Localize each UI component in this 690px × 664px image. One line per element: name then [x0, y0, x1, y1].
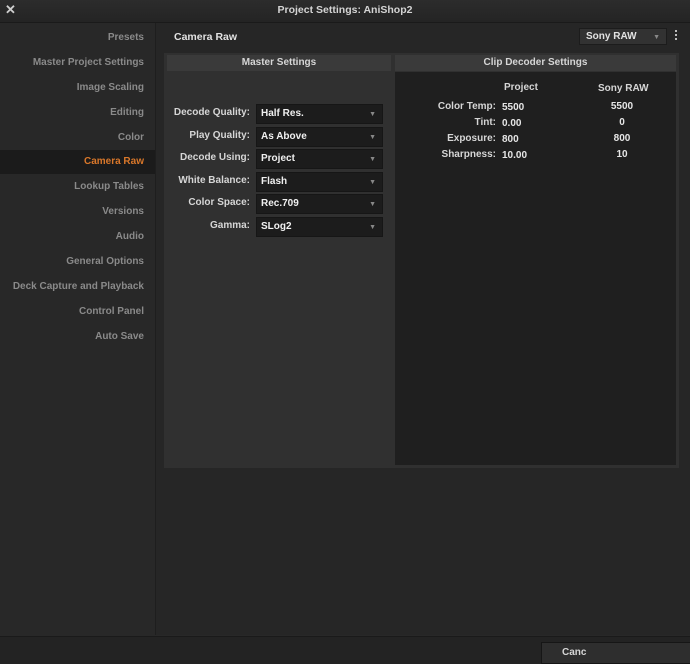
chevron-down-icon: ▼: [369, 111, 376, 118]
chevron-down-icon: ▼: [369, 179, 376, 186]
chevron-down-icon: ▼: [653, 34, 660, 41]
sidebar-item-image-scaling[interactable]: Image Scaling: [0, 76, 155, 100]
play-quality-value: As Above: [261, 131, 307, 142]
play-quality-label: Play Quality:: [189, 130, 250, 141]
decode-quality-select[interactable]: Half Res. ▼: [256, 104, 383, 124]
color-space-value: Rec.709: [261, 198, 299, 209]
chevron-down-icon: ▼: [369, 134, 376, 141]
color-temp-label: Color Temp:: [437, 101, 496, 112]
sidebar-item-audio[interactable]: Audio: [0, 225, 155, 249]
exposure-project: 800: [502, 134, 519, 145]
chevron-down-icon: ▼: [369, 201, 376, 208]
sidebar-item-camera-raw[interactable]: Camera Raw: [0, 150, 155, 174]
sidebar-item-control-panel[interactable]: Control Panel: [0, 300, 155, 324]
color-temp-project: 5500: [502, 102, 525, 113]
sidebar-item-editing[interactable]: Editing: [0, 101, 155, 125]
window-title: Project Settings: AniShop2: [277, 4, 413, 16]
project-column-header: Project: [504, 82, 538, 93]
chevron-down-icon: ▼: [369, 156, 376, 163]
sidebar-item-auto-save[interactable]: Auto Save: [0, 325, 155, 349]
color-space-select[interactable]: Rec.709 ▼: [256, 194, 383, 214]
settings-sidebar: Presets Master Project Settings Image Sc…: [0, 23, 156, 635]
sidebar-item-presets[interactable]: Presets: [0, 26, 155, 50]
clip-decoder-header: Clip Decoder Settings: [395, 55, 676, 71]
sidebar-item-general-options[interactable]: General Options: [0, 250, 155, 274]
exposure-label: Exposure:: [447, 133, 496, 144]
sharpness-sony: 10: [616, 149, 628, 160]
sony-raw-column-header: Sony RAW: [598, 83, 649, 94]
more-options-icon[interactable]: [672, 30, 680, 44]
cancel-button[interactable]: Canc: [541, 642, 690, 664]
sidebar-item-master-project-settings[interactable]: Master Project Settings: [0, 51, 155, 75]
decode-using-label: Decode Using:: [179, 152, 250, 163]
white-balance-value: Flash: [261, 176, 288, 187]
sidebar-item-versions[interactable]: Versions: [0, 200, 155, 224]
chevron-down-icon: ▼: [369, 224, 376, 231]
sharpness-label: Sharpness:: [441, 149, 496, 160]
camera-raw-page: Camera Raw Sony RAW ▼ Master Settings Cl…: [156, 23, 690, 635]
settings-panel: Master Settings Clip Decoder Settings De…: [164, 53, 679, 468]
color-space-label: Color Space:: [188, 197, 250, 208]
sidebar-item-color[interactable]: Color: [0, 126, 155, 150]
tint-project: 0.00: [502, 118, 522, 129]
white-balance-label: White Balance:: [178, 175, 250, 186]
raw-format-select[interactable]: Sony RAW ▼: [579, 28, 667, 45]
exposure-sony: 800: [613, 133, 631, 144]
decode-using-select[interactable]: Project ▼: [256, 149, 383, 169]
gamma-value: SLog2: [261, 221, 292, 232]
raw-format-value: Sony RAW: [586, 31, 637, 42]
title-bar: ✕ Project Settings: AniShop2: [0, 0, 690, 23]
color-temp-sony: 5500: [610, 101, 634, 112]
clip-decoder-area: Project Sony RAW Color Temp: 5500 5500 T…: [395, 72, 676, 465]
dialog-footer: Canc: [0, 636, 690, 664]
decode-quality-label: Decode Quality:: [173, 107, 250, 118]
master-settings-header: Master Settings: [167, 55, 391, 71]
sidebar-item-lookup-tables[interactable]: Lookup Tables: [0, 175, 155, 199]
gamma-select[interactable]: SLog2 ▼: [256, 217, 383, 237]
decode-quality-value: Half Res.: [261, 108, 304, 119]
tint-sony: 0: [619, 117, 625, 128]
sharpness-project: 10.00: [502, 150, 528, 161]
gamma-label: Gamma:: [209, 220, 250, 231]
tint-label: Tint:: [474, 117, 496, 128]
section-title: Camera Raw: [174, 31, 238, 43]
decode-using-value: Project: [261, 153, 295, 164]
white-balance-select[interactable]: Flash ▼: [256, 172, 383, 192]
play-quality-select[interactable]: As Above ▼: [256, 127, 383, 147]
sidebar-item-deck-capture[interactable]: Deck Capture and Playback: [0, 275, 155, 299]
